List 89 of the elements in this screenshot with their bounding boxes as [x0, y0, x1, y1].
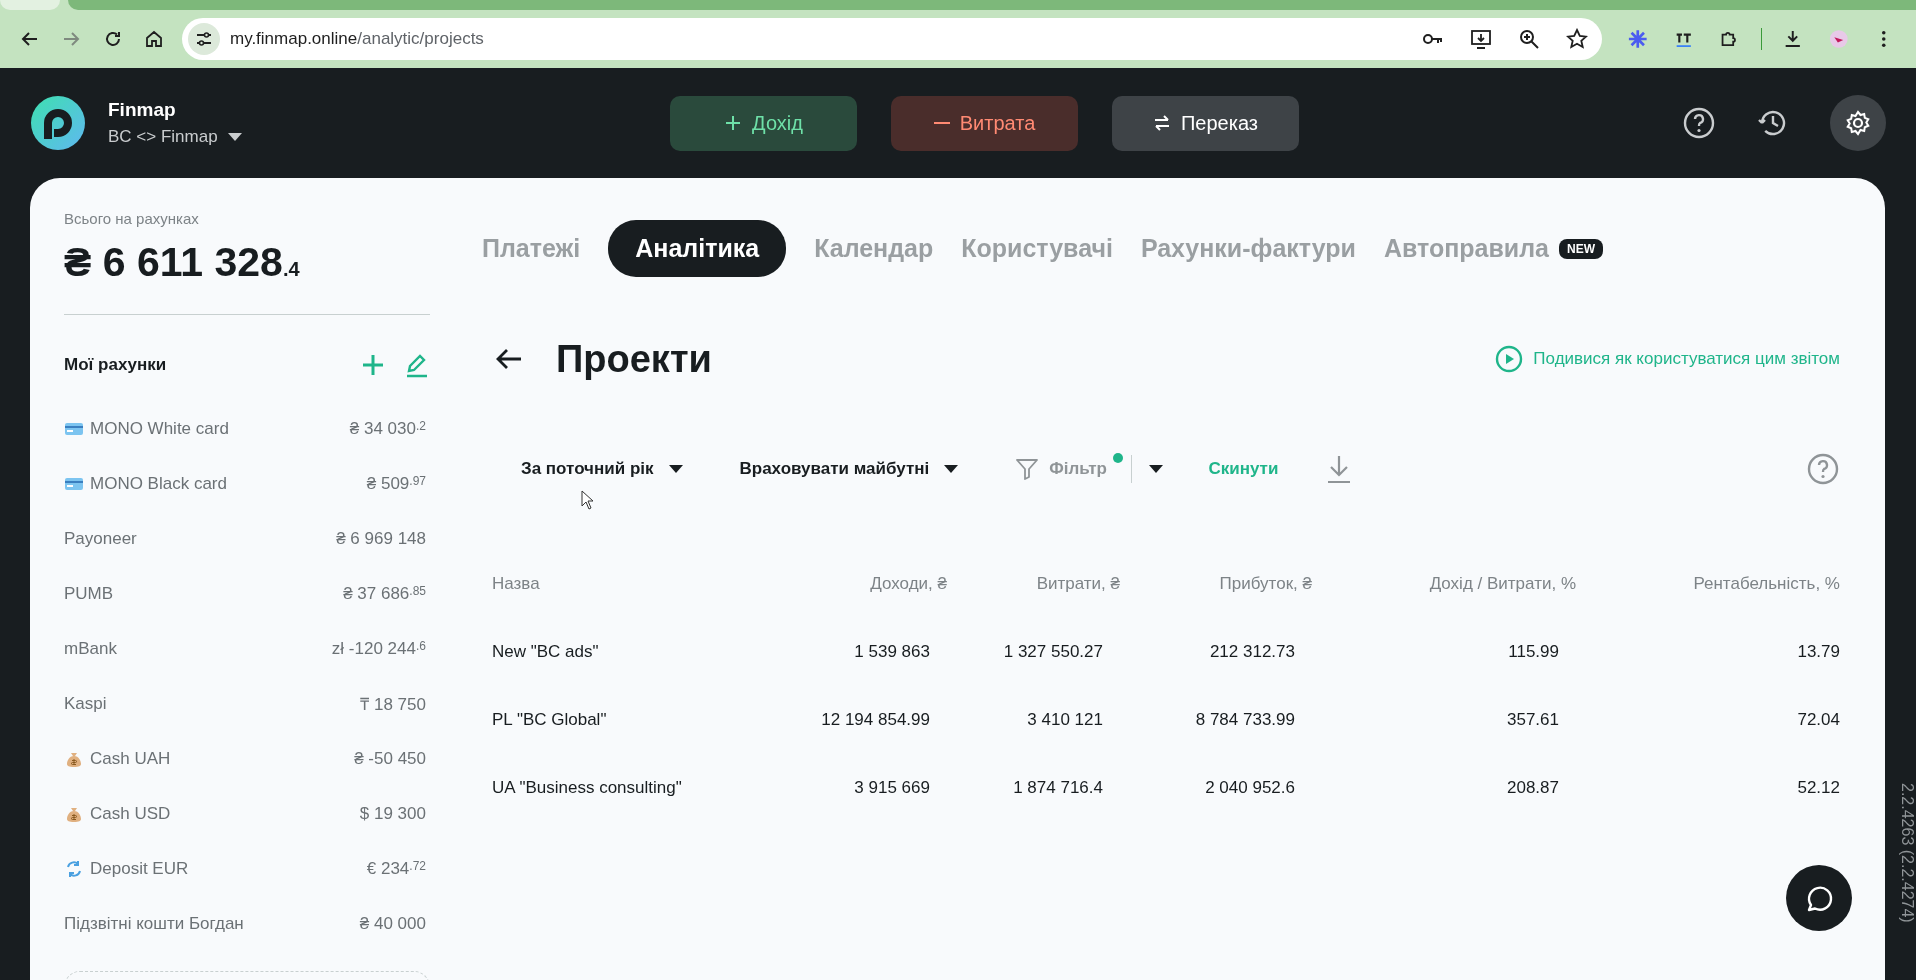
table-cell-text: 2 040 952.6	[1204, 776, 1296, 799]
download-icon[interactable]	[1783, 28, 1803, 50]
swap-arrows-icon	[1153, 114, 1171, 132]
account-balance: € 234$^{.72}$	[366, 858, 426, 879]
cursor-icon	[581, 490, 595, 510]
column-header[interactable]: Витрати, ₴	[947, 567, 1120, 601]
nav-tab[interactable]: Календар	[814, 234, 934, 263]
account-balance: $ 19 300	[359, 803, 426, 824]
account-balance: ₴ 37 686$^{.85}$	[343, 583, 426, 604]
column-header[interactable]: Прибуток, ₴	[1120, 567, 1312, 601]
settings-icon	[1844, 109, 1872, 137]
account-name[interactable]: Payoneer	[64, 528, 137, 549]
settings-button[interactable]	[1830, 95, 1886, 151]
tutorial-link[interactable]: Подивися як користуватися цим звітом	[1533, 349, 1840, 369]
exchange-icon	[64, 858, 84, 879]
project-name: UA "Business consulting"	[492, 776, 683, 799]
table-cell-text: 1 874 716.4	[1012, 776, 1104, 799]
caret-icon	[943, 464, 960, 474]
account-balance: ₴ 509$^{.97}$	[366, 473, 426, 494]
table-cell-text: 72.04	[1796, 708, 1840, 731]
account-name[interactable]: Cash UAH	[90, 748, 171, 769]
table-cell-text: 3 915 669	[853, 776, 931, 799]
account-name[interactable]: Deposit EUR	[90, 858, 189, 879]
table-cell-text: 8 784 733.99	[1194, 708, 1296, 731]
brand-name: Finmap	[108, 99, 177, 121]
caret-icon[interactable]	[1148, 464, 1165, 474]
account-name[interactable]: Kaspi	[64, 693, 107, 714]
table-cell-text: 212 312.73	[1208, 640, 1296, 663]
nav-tab[interactable]: Платежі	[482, 234, 581, 263]
account-name[interactable]: Cash USD	[90, 803, 171, 824]
project-name: PL "BC Global"	[492, 708, 608, 731]
account-name[interactable]: mBank	[64, 638, 117, 659]
account-balance: ₴ -50 450	[354, 748, 426, 769]
accounts-heading: Мої рахунки	[64, 355, 168, 375]
zoom-icon[interactable]	[1518, 28, 1540, 50]
nav-tab[interactable]: Аналітика	[608, 220, 787, 277]
version-text: 2.2.4263 (2.2.4274)	[1898, 783, 1916, 923]
account-balance: zł -120 244$^{.6}$	[331, 638, 426, 659]
transfer-button[interactable]: Переказ	[1112, 95, 1299, 151]
plus-icon	[724, 114, 743, 132]
period-dropdown[interactable]: За поточний рік	[521, 459, 684, 479]
nav-tab[interactable]: Рахунки-фактури	[1140, 234, 1356, 263]
column-header[interactable]: Назва	[492, 567, 790, 601]
table-cell-text: 208.87	[1506, 776, 1560, 799]
new-badge: NEW	[1559, 238, 1603, 259]
account-balance: ₴ 40 000	[359, 913, 426, 934]
account-balance: ₴ 34 030$^{.2}$	[349, 418, 426, 439]
account-name[interactable]: PUMB	[64, 583, 114, 604]
address-bar[interactable]: my.finmap.online/analytic/projects	[182, 18, 1602, 60]
filter-button[interactable]: Фільтр	[1015, 457, 1107, 481]
account-name[interactable]: MONO Black card	[90, 473, 227, 494]
table-cell-text: 13.79	[1796, 640, 1840, 663]
account-balance: ₴ 6 969 148	[336, 528, 426, 549]
account-name[interactable]: Підзвітні кошти Богдан	[64, 913, 244, 934]
expense-button[interactable]: Витрата	[891, 95, 1078, 151]
table-cell-text: 3 410 121	[1026, 708, 1104, 731]
filter-icon	[1015, 457, 1040, 481]
caret-icon[interactable]	[227, 133, 242, 141]
column-header[interactable]: Доходи, ₴	[790, 567, 947, 601]
table-cell-text: 115.99	[1507, 640, 1560, 663]
url-text: my.finmap.online/analytic/projects	[230, 29, 485, 49]
table-cell-text: 12 194 854.99	[820, 708, 931, 731]
install-icon[interactable]	[1470, 28, 1492, 50]
table-cell-text: 1 539 863	[853, 640, 931, 663]
star-icon[interactable]	[1566, 28, 1588, 50]
table-cell-text: 52.12	[1796, 776, 1840, 799]
total-balance: ₴ 6 611 328.4	[64, 239, 430, 315]
minus-icon	[933, 122, 950, 124]
help-icon[interactable]	[1682, 106, 1716, 140]
flower-icon[interactable]	[1628, 28, 1648, 50]
caret-icon	[667, 464, 684, 474]
income-button[interactable]: Дохід	[670, 95, 857, 151]
column-header[interactable]: Рентабельність, %	[1576, 567, 1840, 601]
account-balance: ₸ 18 750	[360, 694, 426, 715]
reset-button[interactable]: Скинути	[1208, 459, 1279, 479]
page-title: Проекти	[556, 337, 713, 381]
workspace-name[interactable]: BC <> Finmap	[108, 127, 218, 147]
future-dropdown[interactable]: Враховувати майбутні	[739, 459, 960, 479]
table-cell-text: 1 327 550.27	[1002, 640, 1104, 663]
account-name[interactable]: MONO White card	[90, 418, 229, 439]
nav-tab[interactable]: Користувачі	[961, 234, 1113, 263]
avatar-icon[interactable]	[1828, 28, 1849, 50]
total-label: Всього на рахунках	[64, 210, 200, 227]
column-header[interactable]: Дохід / Витрати, %	[1312, 567, 1576, 601]
table-cell-text: 357.61	[1506, 708, 1560, 731]
project-name: New "BC ads"	[492, 640, 600, 663]
logo-icon	[30, 95, 86, 151]
site-settings-icon[interactable]	[188, 23, 220, 55]
nav-tab[interactable]: Автоправила NEW	[1383, 234, 1603, 263]
